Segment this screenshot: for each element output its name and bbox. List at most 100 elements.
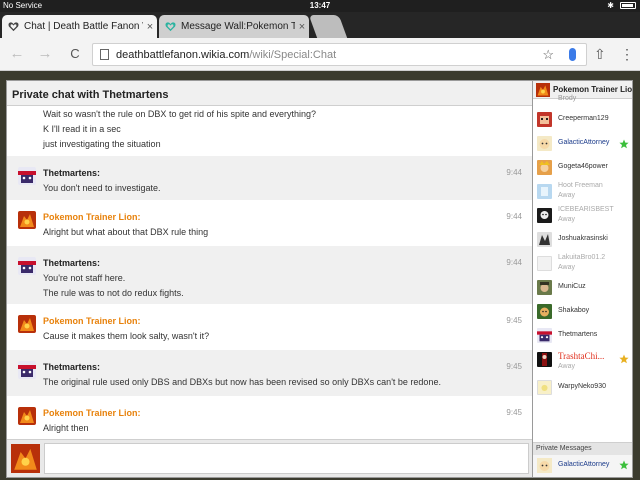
message-line: The original rule used only DBS and DBXs… bbox=[43, 377, 441, 387]
user-name: TrashtaChi... bbox=[558, 351, 605, 361]
user-name: Joshuakrasinski bbox=[558, 235, 608, 242]
message-time: 9:44 bbox=[506, 168, 522, 177]
bookmark-star-icon[interactable]: ☆ bbox=[542, 47, 554, 63]
message-author[interactable]: Pokemon Trainer Lion: bbox=[43, 212, 141, 222]
user-away-status: Away bbox=[558, 264, 575, 271]
tab-title: Chat | Death Battle Fanon Wiki bbox=[24, 21, 143, 32]
url-path: /wiki/Special:Chat bbox=[249, 48, 337, 61]
user-avatar bbox=[537, 256, 552, 271]
message-author[interactable]: Thetmartens: bbox=[43, 362, 100, 372]
ios-status-bar: No Service 13:47 ✱ bbox=[0, 0, 640, 12]
message-line: You're not staff here. bbox=[43, 273, 126, 283]
user-avatar bbox=[537, 160, 552, 175]
wikia-heart-icon bbox=[8, 22, 19, 32]
message-line: Alright then bbox=[43, 423, 89, 433]
admin-star-icon bbox=[619, 354, 629, 364]
chat-header: Private chat with Thetmartens bbox=[7, 81, 532, 106]
back-button[interactable]: ← bbox=[8, 45, 26, 63]
private-message-item[interactable]: GalacticAttorney bbox=[533, 455, 632, 477]
user-name: Hoot Freeman bbox=[558, 182, 603, 189]
message-line: Wait so wasn't the rule on DBX to get ri… bbox=[43, 109, 317, 119]
user-list-item[interactable]: TrashtaChi... Away bbox=[533, 349, 632, 377]
user-list-item[interactable]: Creeperman129 bbox=[533, 109, 632, 133]
message-author[interactable]: Thetmartens: bbox=[43, 168, 100, 178]
avatar-pokemon-trainer-lion[interactable] bbox=[18, 315, 36, 333]
user-name: Brody bbox=[558, 95, 577, 102]
user-avatar bbox=[537, 304, 552, 319]
avatar-thetmartens[interactable] bbox=[18, 167, 36, 185]
close-tab-icon[interactable]: × bbox=[295, 21, 309, 33]
share-icon[interactable]: ⇧ bbox=[594, 46, 606, 63]
message-continuation: Wait so wasn't the rule on DBX to get ri… bbox=[7, 107, 532, 156]
moderator-star-icon bbox=[619, 139, 629, 149]
user-avatar bbox=[537, 112, 552, 127]
user-list-item[interactable]: Thetmartens bbox=[533, 325, 632, 349]
bluetooth-icon: ✱ bbox=[607, 1, 614, 10]
message-line: Cause it makes them look salty, wasn't i… bbox=[43, 331, 210, 341]
user-name: Thetmartens bbox=[558, 331, 598, 338]
message-time: 9:45 bbox=[506, 408, 522, 417]
menu-icon[interactable]: ⋮ bbox=[620, 46, 634, 63]
user-name: GalacticAttorney bbox=[558, 461, 610, 468]
avatar-thetmartens[interactable] bbox=[18, 361, 36, 379]
user-away-status: Away bbox=[558, 192, 575, 199]
tab-message-wall[interactable]: Message Wall:Pokemon Trainer Lion × bbox=[159, 15, 309, 38]
message-author[interactable]: Pokemon Trainer Lion: bbox=[43, 316, 141, 326]
tab-chat[interactable]: Chat | Death Battle Fanon Wiki × bbox=[2, 15, 157, 38]
user-away-status: Away bbox=[558, 363, 575, 370]
user-avatar bbox=[537, 352, 552, 367]
reload-button[interactable]: C bbox=[66, 45, 84, 63]
user-list-item[interactable]: Hoot Freeman Away bbox=[533, 181, 632, 205]
message-line: K I'll read it in a sec bbox=[43, 124, 121, 134]
user-list-item[interactable]: Joshuakrasinski bbox=[533, 229, 632, 253]
user-list-item[interactable]: Gogeta46power bbox=[533, 157, 632, 181]
url-domain: deathbattlefanon.wikia.com bbox=[116, 48, 250, 61]
chat-input-bar bbox=[7, 439, 532, 477]
message-time: 9:44 bbox=[506, 258, 522, 267]
message: Pokemon Trainer Lion: 9:45 Alright then bbox=[7, 396, 532, 439]
avatar-thetmartens[interactable] bbox=[18, 257, 36, 275]
user-name: Shakaboy bbox=[558, 307, 590, 314]
message-time: 9:45 bbox=[506, 316, 522, 325]
user-list-item[interactable]: ICEBEARISBEST Away bbox=[533, 205, 632, 229]
message-input[interactable] bbox=[44, 443, 529, 474]
user-list-item[interactable]: MuniCuz bbox=[533, 277, 632, 301]
user-name: MuniCuz bbox=[558, 283, 586, 290]
browser-tab-strip: Chat | Death Battle Fanon Wiki × Message… bbox=[0, 12, 640, 38]
moderator-star-icon bbox=[619, 460, 629, 470]
message-list: Wait so wasn't the rule on DBX to get ri… bbox=[7, 107, 532, 439]
address-bar[interactable]: deathbattlefanon.wikia.com/wiki/Special:… bbox=[92, 43, 587, 66]
message-line: Alright but what about that DBX rule thi… bbox=[43, 227, 209, 237]
browser-toolbar: ← → C deathbattlefanon.wikia.com/wiki/Sp… bbox=[0, 38, 640, 71]
user-avatar bbox=[537, 380, 552, 395]
battery-icon bbox=[620, 2, 636, 9]
message-author[interactable]: Thetmartens: bbox=[43, 258, 100, 268]
message-time: 9:45 bbox=[506, 362, 522, 371]
current-user-name: Pokemon Trainer Lion bbox=[553, 85, 633, 94]
avatar-pokemon-trainer-lion[interactable] bbox=[18, 211, 36, 229]
message: Thetmartens: 9:45 The original rule used… bbox=[7, 350, 532, 396]
user-list-item[interactable]: WarpyNeko930 bbox=[533, 377, 632, 401]
page-content: Private chat with Thetmartens Wait so wa… bbox=[0, 71, 640, 480]
user-name: LakuitaBro01.2 bbox=[558, 254, 606, 261]
message-author[interactable]: Pokemon Trainer Lion: bbox=[43, 408, 141, 418]
private-messages-header: Private Messages bbox=[533, 442, 632, 455]
message-line: The rule was to not do redux fights. bbox=[43, 288, 184, 298]
microphone-icon[interactable] bbox=[569, 48, 576, 61]
user-list-item[interactable]: LakuitaBro01.2 Away bbox=[533, 253, 632, 277]
user-away-status: Away bbox=[558, 216, 575, 223]
avatar-pokemon-trainer-lion[interactable] bbox=[18, 407, 36, 425]
user-name: Gogeta46power bbox=[558, 163, 608, 170]
user-name: ICEBEARISBEST bbox=[558, 206, 614, 213]
my-avatar bbox=[11, 444, 40, 473]
user-list-item[interactable]: GalacticAttorney bbox=[533, 133, 632, 157]
user-list-item[interactable]: Shakaboy bbox=[533, 301, 632, 325]
user-list-item[interactable]: Brody bbox=[533, 94, 632, 107]
user-name: WarpyNeko930 bbox=[558, 383, 606, 390]
page-icon bbox=[100, 49, 109, 60]
close-tab-icon[interactable]: × bbox=[143, 21, 157, 33]
wikia-heart-icon bbox=[165, 22, 176, 32]
new-tab-button[interactable] bbox=[308, 15, 348, 38]
user-avatar bbox=[537, 280, 552, 295]
forward-button[interactable]: → bbox=[36, 45, 54, 63]
